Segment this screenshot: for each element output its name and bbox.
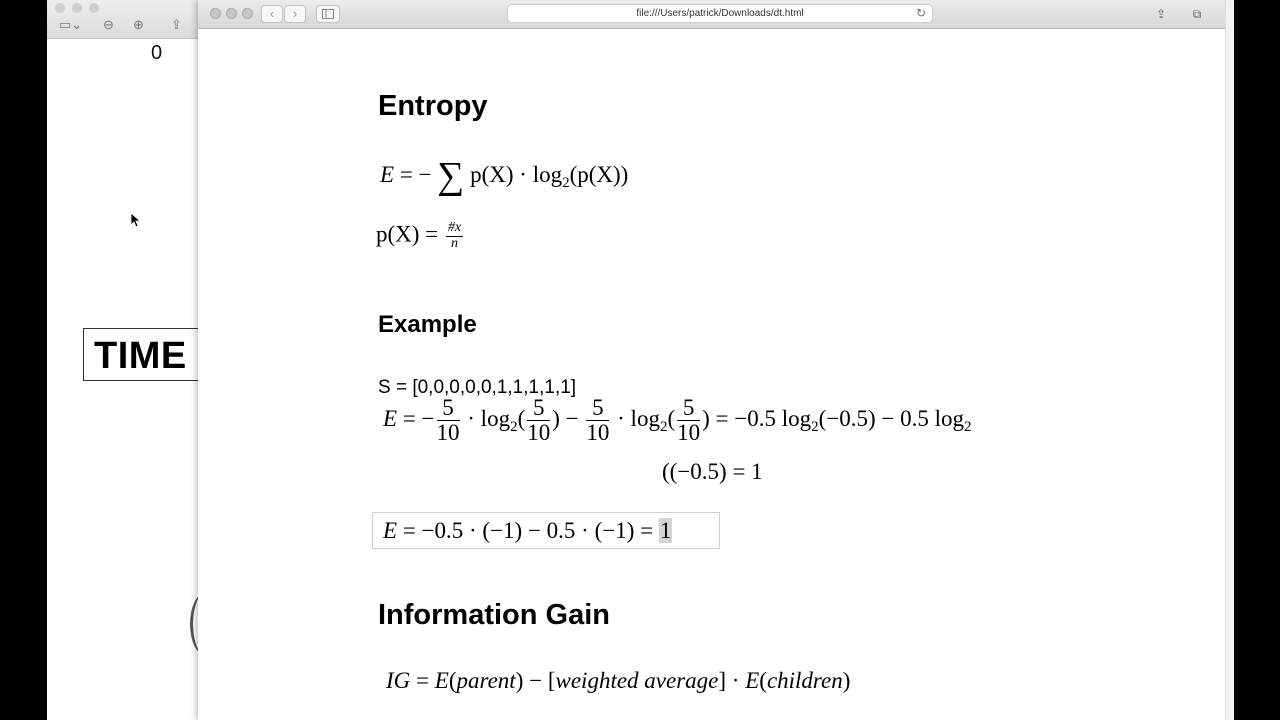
formula-text: · log (611, 405, 660, 431)
minimize-button[interactable] (226, 8, 237, 19)
formula-text: ( (448, 668, 457, 693)
fraction-numerator: #x (445, 220, 464, 237)
tabs-icon[interactable]: ⧉ (1186, 5, 1208, 23)
formula-op: = − (397, 405, 435, 431)
address-bar[interactable]: file:///Users/patrick/Downloads/dt.html … (507, 4, 933, 23)
example-formula-continuation: ((−0.5) = 1 (662, 459, 763, 484)
example-heading: Example (378, 311, 477, 338)
time-label-box: TIME (83, 328, 200, 381)
fraction: 5 10 (527, 395, 551, 446)
minimize-dot-icon (72, 3, 82, 13)
fraction: 5 10 (586, 395, 610, 446)
window-edge (1225, 0, 1234, 720)
formula-text: ( (667, 405, 676, 431)
formula-text: ) = −0.5 log (702, 405, 812, 431)
information-gain-heading: Information Gain (378, 599, 610, 631)
formula-text: · log (461, 405, 511, 431)
formula-var: E (745, 668, 760, 693)
formula-op: = − (394, 162, 432, 187)
formula-var: E (383, 518, 398, 543)
fraction: 5 10 (677, 395, 701, 446)
share-icon[interactable]: ⇪ (171, 17, 182, 35)
entropy-heading: Entropy (378, 90, 488, 122)
probability-formula: p(X) = #x n (376, 220, 465, 251)
fraction-numerator: 5 (586, 395, 610, 422)
sidebar-icon[interactable]: ▭⌄ (59, 17, 82, 35)
formula-lhs: p(X) = (376, 221, 444, 247)
sum-symbol: ∑ (437, 155, 465, 197)
mouse-cursor-icon (130, 212, 140, 228)
entropy-formula: E = − ∑ p(X) · log2(p(X)) (380, 154, 628, 198)
fraction-numerator: 5 (677, 395, 701, 422)
counter-value: 0 (151, 42, 163, 64)
fraction-denominator: 10 (586, 420, 610, 446)
formula-subscript: 2 (811, 418, 819, 435)
share-icon[interactable]: ⇪ (1150, 5, 1172, 23)
browser-toolbar: ‹ › file:///Users/patrick/Downloads/dt.h… (198, 0, 1234, 29)
formula-var: weighted average (555, 668, 719, 693)
formula-text: ( (517, 405, 526, 431)
formula-var: E (434, 668, 449, 693)
formula-subscript: 2 (510, 418, 518, 435)
formula-var: children (766, 668, 843, 693)
fraction-denominator: n (451, 235, 459, 251)
time-label: TIME (94, 335, 187, 377)
zoom-dot-icon (89, 3, 99, 13)
background-toolbar: ▭⌄ ⊖ ⊕ ⇪ (47, 0, 200, 39)
fraction-denominator: 10 (436, 420, 460, 446)
fraction-denominator: 10 (527, 420, 551, 446)
formula-text: ) − (552, 405, 585, 431)
browser-window: ‹ › file:///Users/patrick/Downloads/dt.h… (198, 0, 1234, 720)
result-formula: E = −0.5 · (−1) − 0.5 · (−1) = 1 (383, 518, 673, 544)
fraction-numerator: 5 (527, 395, 551, 422)
fraction-denominator: 10 (677, 420, 701, 446)
formula-body: p(X) · log (470, 162, 563, 187)
formula-var: IG (386, 668, 411, 693)
zoom-out-icon[interactable]: ⊖ (103, 17, 114, 35)
formula-body: (p(X)) (569, 162, 629, 187)
sidebar-icon (322, 9, 334, 19)
formula-text: ( (759, 668, 767, 693)
close-dot-icon (55, 3, 65, 13)
formula-op: = (410, 668, 435, 693)
formula-text: ) − [ (515, 668, 556, 693)
formula-var: E (383, 405, 398, 431)
information-gain-formula: IG = E(parent) − [weighted average] · E(… (386, 668, 850, 694)
formula-subscript: 2 (562, 175, 570, 191)
formula-text: ] · (718, 668, 746, 693)
result-formula-box: E = −0.5 · (−1) − 0.5 · (−1) = 1 (372, 512, 720, 549)
result-value[interactable]: 1 (658, 518, 673, 543)
fraction-numerator: 5 (436, 395, 460, 422)
fraction: 5 10 (436, 395, 460, 446)
url-text: file:///Users/patrick/Downloads/dt.html (636, 8, 804, 19)
fullscreen-button[interactable] (242, 8, 253, 19)
formula-text: = −0.5 · (−1) − 0.5 · (−1) = (397, 518, 659, 543)
fraction: #x n (445, 220, 464, 251)
example-formula: E = −5 10 · log2(5 10) − 5 10 · log2(5 10) =… (383, 395, 972, 446)
back-button[interactable]: ‹ (261, 5, 283, 23)
page-content: Entropy E = − ∑ p(X) · log2(p(X)) p(X) =… (198, 29, 1226, 720)
background-window: ▭⌄ ⊖ ⊕ ⇪ 0 TIME (47, 0, 200, 720)
close-button[interactable] (210, 8, 221, 19)
sidebar-toggle-button[interactable] (316, 5, 340, 23)
forward-button[interactable]: › (284, 5, 306, 23)
formula-var: E (380, 162, 395, 187)
formula-text: (−0.5) − 0.5 log (818, 405, 965, 431)
formula-var: parent (456, 668, 516, 693)
formula-subscript: 2 (964, 418, 972, 435)
zoom-in-icon[interactable]: ⊕ (133, 17, 144, 35)
reload-icon[interactable]: ↻ (916, 6, 926, 20)
formula-text: ) (842, 668, 851, 693)
